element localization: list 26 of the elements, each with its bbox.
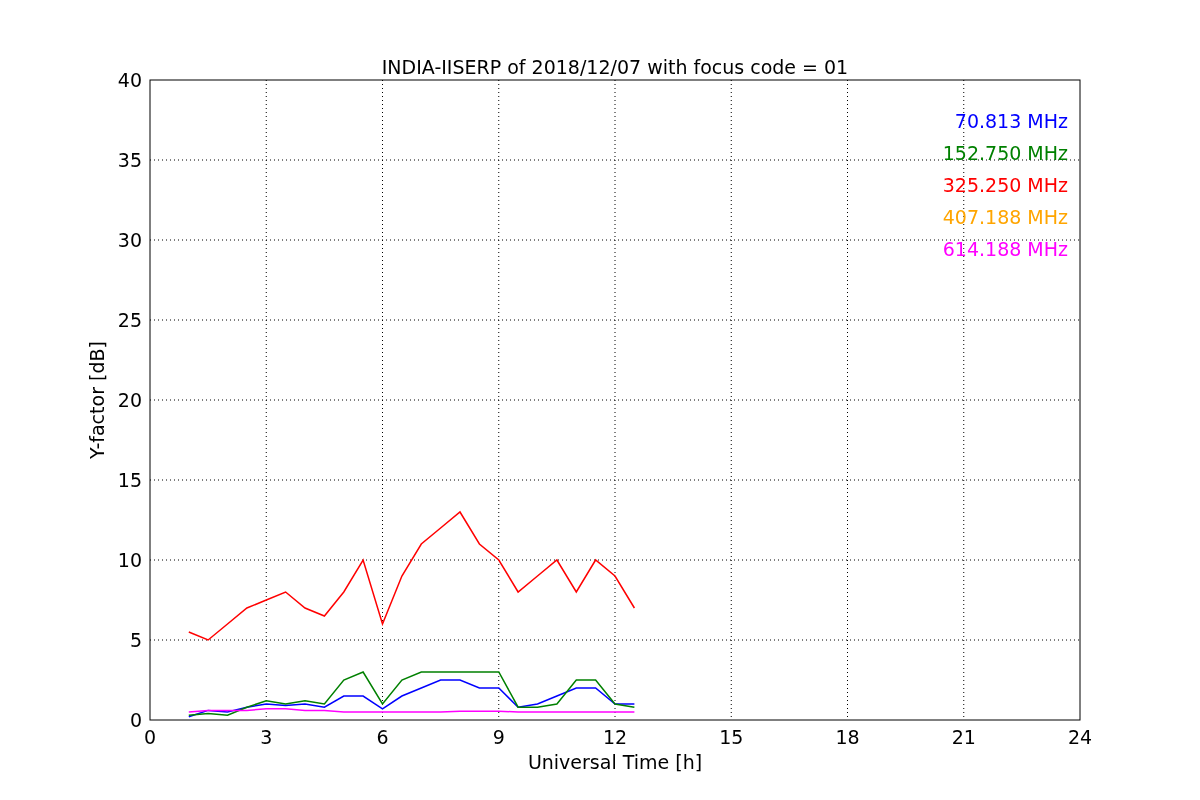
y-tick-label: 0 xyxy=(129,709,142,731)
x-tick-label: 21 xyxy=(951,726,976,748)
y-tick-label: 5 xyxy=(129,629,142,651)
legend-label: 325.250 MHz xyxy=(942,174,1068,196)
y-tick-label: 30 xyxy=(117,229,142,251)
x-tick-label: 12 xyxy=(602,726,628,748)
legend-label: 70.813 MHz xyxy=(954,110,1068,132)
x-tick-label: 15 xyxy=(719,726,744,748)
y-tick-label: 15 xyxy=(117,469,142,491)
y-tick-label: 40 xyxy=(117,69,142,91)
x-tick-label: 18 xyxy=(835,726,860,748)
legend-label: 614.188 MHz xyxy=(942,238,1068,260)
x-tick-label: 24 xyxy=(1067,726,1093,748)
chart-title: INDIA-IISERP of 2018/12/07 with focus code = 01 xyxy=(381,56,849,78)
x-tick-label: 9 xyxy=(492,726,505,748)
x-axis-label: Universal Time [h] xyxy=(527,751,703,773)
y-tick-label: 20 xyxy=(117,389,142,411)
x-tick-label: 3 xyxy=(260,726,273,748)
y-tick-label: 35 xyxy=(117,149,142,171)
legend-label: 407.188 MHz xyxy=(942,206,1068,228)
x-tick-label: 6 xyxy=(376,726,389,748)
x-tick-label: 0 xyxy=(143,726,157,748)
legend-label: 152.750 MHz xyxy=(942,142,1068,164)
y-axis-label: Y-factor [dB] xyxy=(86,341,108,459)
y-tick-label: 25 xyxy=(117,309,142,331)
y-tick-label: 10 xyxy=(117,549,142,571)
